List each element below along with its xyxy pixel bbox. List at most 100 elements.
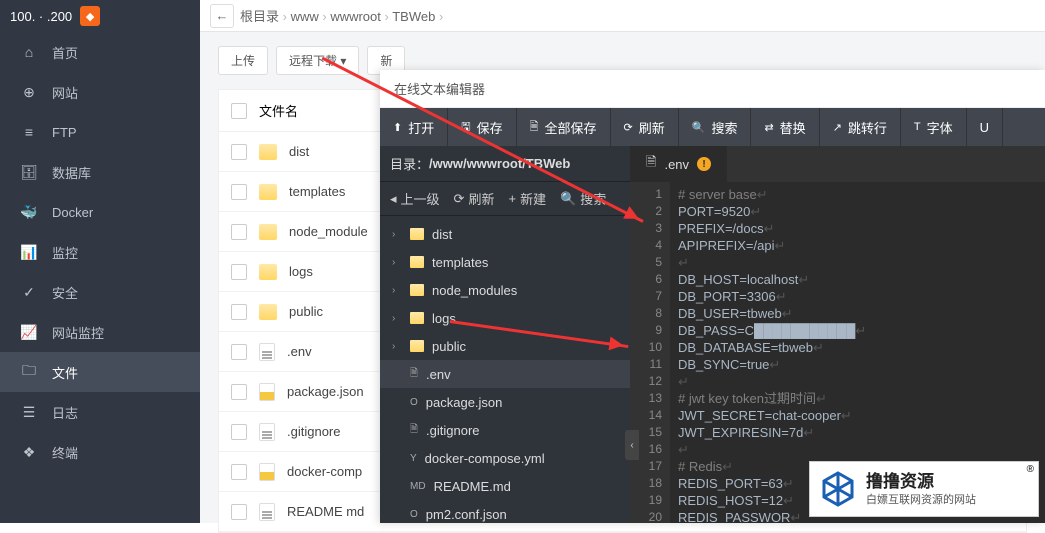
sidebar-item-label: 数据库 [52,163,91,182]
tree-item[interactable]: MDREADME.md [380,472,630,500]
sidebar-item-globe[interactable]: ⊕网站 [0,72,200,112]
sidebar-item-folder[interactable]: 🗀文件 [0,352,200,392]
server-ip: 100. · .200 [10,9,72,24]
tree-item-label: pm2.conf.json [426,507,507,522]
breadcrumb-item[interactable]: 根目录 [240,9,279,24]
folder-icon [259,224,277,240]
folder-icon [410,284,424,296]
tree-item-label: templates [432,255,488,270]
registered-mark: ® [1027,464,1034,475]
upload-button[interactable]: 上传 [218,46,268,75]
tree-up-button[interactable]: ◂上一级 [390,189,440,208]
sidebar-item-home[interactable]: ⌂首页 [0,32,200,72]
goto-icon: ↗ [833,121,842,134]
open-button[interactable]: ⬆打开 [380,108,448,146]
refresh-icon: ⟳ [624,121,633,134]
file-name: logs [289,264,313,279]
editor-tab-env[interactable]: 🗎 .env ! [630,146,727,182]
tree-item[interactable]: 🗎.gitignore [380,416,630,444]
tree-new-button[interactable]: +新建 [508,189,546,208]
breadcrumb-item[interactable]: www [291,9,319,24]
row-checkbox[interactable] [231,384,247,400]
sidebar-item-label: 网站 [52,83,78,102]
file-icon [259,383,275,401]
breadcrumb: ← 根目录 › www › wwwroot › TBWeb › [200,0,1045,32]
sidebar-item-label: FTP [52,125,77,140]
tree-item-label: dist [432,227,452,242]
save-all-button[interactable]: 🗎全部保存 [517,108,611,146]
font-icon: T [914,121,921,133]
row-checkbox[interactable] [231,264,247,280]
tree-item-label: .env [426,367,451,382]
folder-icon [410,340,424,352]
sidebar-item-terminal[interactable]: ❖终端 [0,432,200,472]
file-tree-panel: 目录：/www/wwwroot/TBWeb ◂上一级 ⟳刷新 +新建 🔍搜索 ›… [380,146,630,523]
row-checkbox[interactable] [231,184,247,200]
sidebar: 100. · .200 ◆ ⌂首页⊕网站≡FTP🗄数据库🐳Docker📊监控✓安… [0,0,200,523]
tree-item-label: node_modules [432,283,517,298]
tree-item[interactable]: Opm2.conf.json [380,500,630,523]
file-icon [259,423,275,441]
sidebar-item-docker[interactable]: 🐳Docker [0,192,200,232]
row-checkbox[interactable] [231,304,247,320]
sidebar-item-label: 安全 [52,283,78,302]
folder-icon [259,264,277,280]
tree-item-label: README.md [434,479,511,494]
sidebar-item-label: 监控 [52,243,78,262]
file-name: README md [287,504,364,519]
sidebar-item-ftp[interactable]: ≡FTP [0,112,200,152]
row-checkbox[interactable] [231,424,247,440]
breadcrumb-item[interactable]: TBWeb [392,9,435,24]
chevron-right-icon: › [392,313,402,324]
file-icon: Y [410,453,417,464]
row-checkbox[interactable] [231,464,247,480]
tree-item[interactable]: 🗎.env [380,360,630,388]
sidebar-item-shield[interactable]: ✓安全 [0,272,200,312]
refresh-button[interactable]: ⟳刷新 [611,108,679,146]
tree-item[interactable]: › dist [380,220,630,248]
refresh-icon: ⟳ [454,191,465,207]
u-button[interactable]: U [967,108,1003,146]
file-name: .gitignore [287,424,340,439]
goto-button[interactable]: ↗跳转行 [820,108,901,146]
chevron-right-icon: › [392,341,402,352]
home-icon: ⌂ [20,44,38,60]
chevron-right-icon: › [392,257,402,268]
sidebar-item-log[interactable]: ☰日志 [0,392,200,432]
modal-title: 在线文本编辑器 [380,70,1045,108]
chevron-right-icon: › [392,285,402,296]
search-button[interactable]: 🔍搜索 [679,108,752,146]
select-all-checkbox[interactable] [231,103,247,119]
tree-item[interactable]: Opackage.json [380,388,630,416]
back-button[interactable]: ← [210,4,234,28]
folder-icon [410,312,424,324]
tree-refresh-button[interactable]: ⟳刷新 [454,189,495,208]
chevron-right-icon: › [392,229,402,240]
row-checkbox[interactable] [231,224,247,240]
file-name: dist [289,144,309,159]
search-icon: 🔍 [560,191,576,207]
watermark-title: 撸撸资源 [866,471,976,493]
sidebar-item-label: Docker [52,205,93,220]
row-checkbox[interactable] [231,504,247,520]
logo-badge: ◆ [80,6,100,26]
terminal-icon: ❖ [20,444,38,461]
sidebar-item-monitor[interactable]: 📊监控 [0,232,200,272]
sidebar-item-db[interactable]: 🗄数据库 [0,152,200,192]
replace-button[interactable]: ⇄替换 [751,108,819,146]
panel-collapse-handle[interactable]: ‹ [625,430,639,460]
breadcrumb-item[interactable]: wwwroot [330,9,381,24]
file-name: package.json [287,384,364,399]
tree-item[interactable]: › templates [380,248,630,276]
font-button[interactable]: T字体 [901,108,967,146]
sidebar-item-chart[interactable]: 📈网站监控 [0,312,200,352]
tree-item[interactable]: Ydocker-compose.yml [380,444,630,472]
row-checkbox[interactable] [231,344,247,360]
chart-icon: 📈 [20,324,38,341]
tree-item[interactable]: ›public [380,332,630,360]
tree-item-label: docker-compose.yml [425,451,545,466]
row-checkbox[interactable] [231,144,247,160]
log-icon: ☰ [20,404,38,421]
tree-item[interactable]: › node_modules [380,276,630,304]
folder-icon [410,228,424,240]
